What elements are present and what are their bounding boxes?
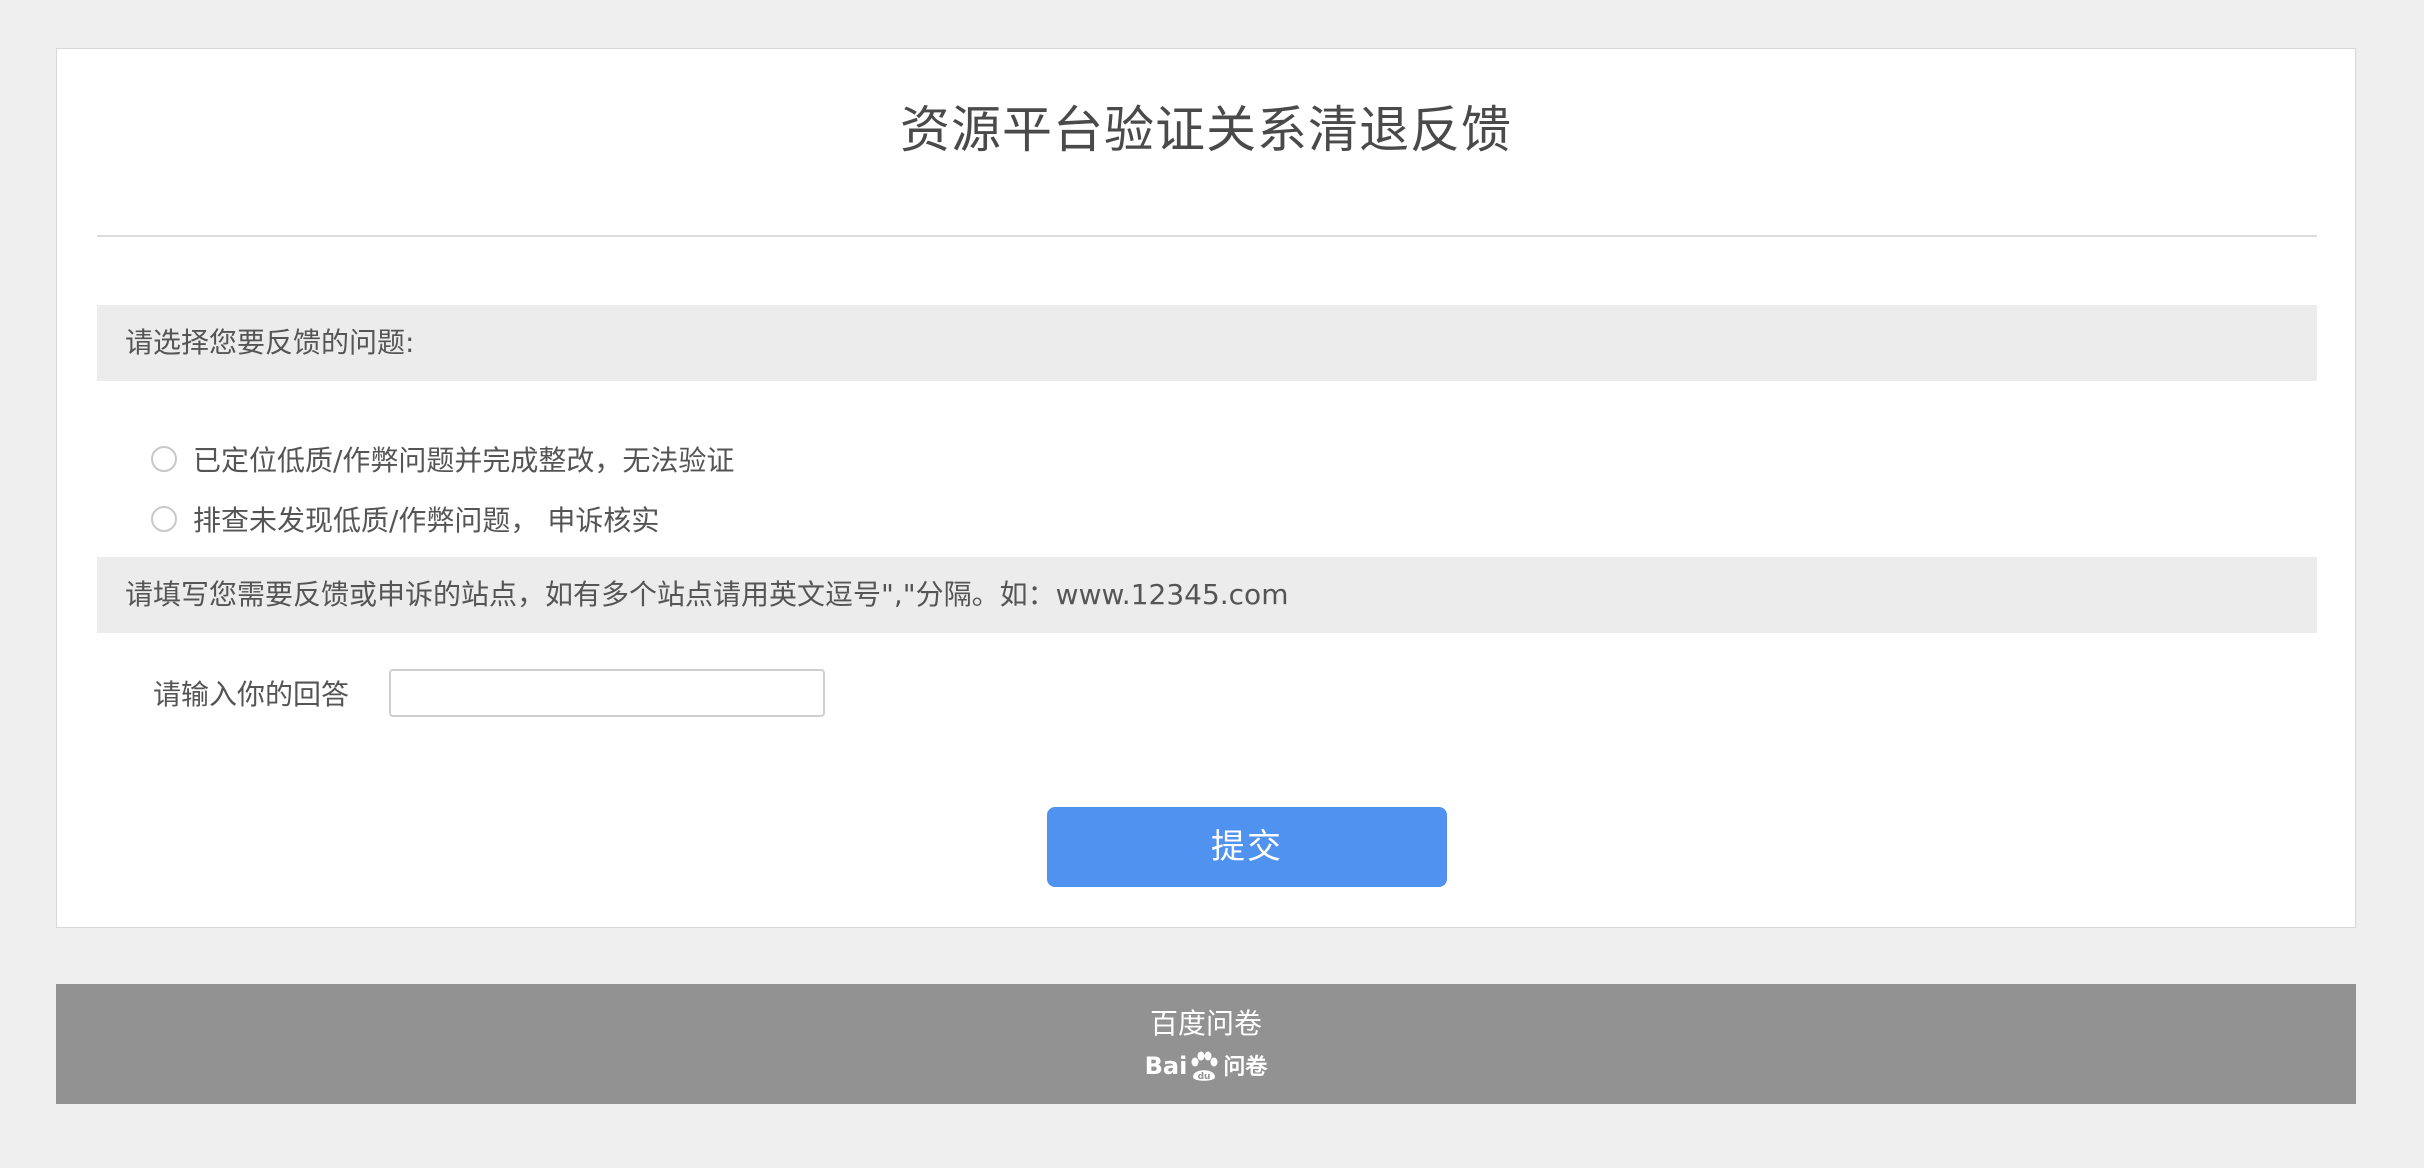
survey-card: 资源平台验证关系清退反馈 请选择您要反馈的问题: 已定位低质/作弊问题并完成整改… (56, 48, 2356, 928)
answer-input[interactable] (389, 669, 825, 717)
option-label: 排查未发现低质/作弊问题， 申诉核实 (193, 504, 660, 537)
footer: 百度问卷 Bai du 问卷 (56, 984, 2356, 1104)
radio-icon[interactable] (151, 506, 177, 532)
survey-title: 资源平台验证关系清退反馈 (900, 101, 1512, 159)
question2-header: 请填写您需要反馈或申诉的站点，如有多个站点请用英文逗号","分隔。如：www.1… (97, 557, 2317, 633)
paw-icon: du (1191, 1051, 1218, 1082)
title-divider (97, 235, 2317, 237)
baidu-wenjuan-logo: Bai du 问卷 (56, 1046, 2356, 1088)
footer-text[interactable]: 百度问卷 (56, 1006, 2356, 1042)
option-fixed-issue[interactable]: 已定位低质/作弊问题并完成整改，无法验证 (151, 437, 734, 481)
option-appeal[interactable]: 排查未发现低质/作弊问题， 申诉核实 (151, 497, 659, 541)
answer-label: 请输入你的回答 (153, 678, 350, 711)
submit-button[interactable]: 提交 (1047, 807, 1447, 887)
logo-text-paw: du (1198, 1072, 1211, 1082)
logo-text-left: Bai (1144, 1052, 1188, 1080)
radio-icon[interactable] (151, 446, 177, 472)
question1-header: 请选择您要反馈的问题: (97, 305, 2317, 381)
option-label: 已定位低质/作弊问题并完成整改，无法验证 (193, 444, 735, 477)
logo-text-right: 问卷 (1223, 1055, 1268, 1080)
